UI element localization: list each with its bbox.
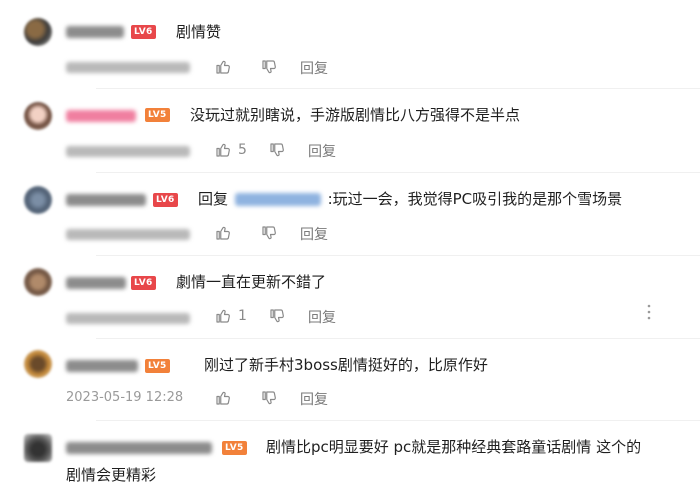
comment-timestamp xyxy=(66,62,190,73)
comment-timestamp xyxy=(66,146,190,157)
username[interactable] xyxy=(66,194,146,206)
dislike-button[interactable] xyxy=(260,389,278,407)
avatar[interactable] xyxy=(24,434,52,462)
avatar[interactable] xyxy=(24,102,52,130)
thumbs-down-icon xyxy=(262,391,276,405)
comment-text: 回复 :玩过一会，我觉得PC吸引我的是那个雪场景 xyxy=(198,188,622,210)
level-badge: LV5 xyxy=(145,108,170,122)
comment-text: 剧情比pc明显要好 pc就是那种经典套路童话剧情 这个的 xyxy=(266,438,642,456)
comment-timestamp: 2023-05-19 12:28 xyxy=(66,390,184,405)
reply-button[interactable]: 回复 xyxy=(300,224,328,244)
username[interactable] xyxy=(66,360,138,372)
thumbs-up-icon xyxy=(216,143,230,157)
divider xyxy=(96,88,700,89)
divider xyxy=(96,338,700,339)
reply-button[interactable]: 回复 xyxy=(300,58,328,78)
username[interactable] xyxy=(66,26,124,38)
like-button[interactable]: 5 xyxy=(214,141,247,159)
level-badge: LV6 xyxy=(153,193,178,207)
thumbs-down-icon xyxy=(262,226,276,240)
comment-body: :玩过一会，我觉得PC吸引我的是那个雪场景 xyxy=(327,190,623,208)
divider xyxy=(96,255,700,256)
comment-text-continued: 剧情会更精彩 xyxy=(66,466,157,484)
comment-text: 劇情一直在更新不錯了 xyxy=(176,273,327,291)
level-badge: LV6 xyxy=(131,276,156,290)
mention-username[interactable] xyxy=(234,193,321,206)
level-badge: LV6 xyxy=(131,25,156,39)
avatar[interactable] xyxy=(24,350,52,378)
like-button[interactable] xyxy=(214,58,232,76)
comment-text: 没玩过就别瞎说，手游版剧情比八方强得不是半点 xyxy=(190,106,521,124)
comment-text: 刚过了新手村3boss剧情挺好的，比原作好 xyxy=(204,356,488,374)
avatar[interactable] xyxy=(24,186,52,214)
comment-timestamp xyxy=(66,229,190,240)
thumbs-up-icon xyxy=(216,309,230,323)
reply-button[interactable]: 回复 xyxy=(308,141,336,161)
level-badge: LV5 xyxy=(222,441,247,455)
thumbs-up-icon xyxy=(216,226,230,240)
like-button[interactable] xyxy=(214,224,232,242)
avatar[interactable] xyxy=(24,18,52,46)
thumbs-down-icon xyxy=(270,309,284,323)
like-count: 5 xyxy=(238,142,247,158)
username[interactable] xyxy=(66,110,136,122)
level-badge: LV5 xyxy=(145,359,170,373)
divider xyxy=(96,172,700,173)
dislike-button[interactable] xyxy=(268,141,286,159)
reply-button[interactable]: 回复 xyxy=(308,307,336,327)
comment-text: 剧情赞 xyxy=(176,23,222,41)
dislike-button[interactable] xyxy=(268,307,286,325)
username[interactable] xyxy=(66,277,126,289)
thumbs-down-icon xyxy=(262,60,276,74)
like-button[interactable]: 1 xyxy=(214,307,247,325)
like-button[interactable] xyxy=(214,389,232,407)
comment-timestamp xyxy=(66,313,190,324)
avatar[interactable] xyxy=(24,268,52,296)
more-vertical-icon[interactable] xyxy=(646,304,652,320)
dislike-button[interactable] xyxy=(260,224,278,242)
comment-list: LV6 剧情赞 回复 LV5 没玩过就别瞎说，手游版剧情比八方强得不是半点 5 … xyxy=(0,0,700,491)
divider xyxy=(96,420,700,421)
thumbs-down-icon xyxy=(270,143,284,157)
like-count: 1 xyxy=(238,308,247,324)
reply-prefix: 回复 xyxy=(198,190,229,208)
reply-button[interactable]: 回复 xyxy=(300,389,328,409)
dislike-button[interactable] xyxy=(260,58,278,76)
username[interactable] xyxy=(66,442,212,454)
thumbs-up-icon xyxy=(216,391,230,405)
thumbs-up-icon xyxy=(216,60,230,74)
